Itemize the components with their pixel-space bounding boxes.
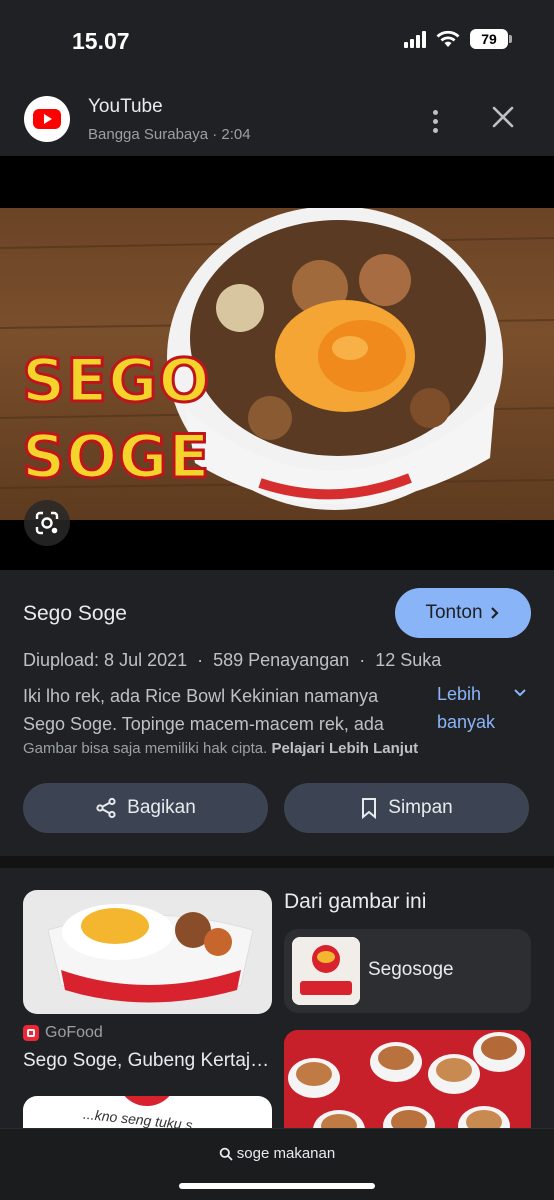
wifi-icon bbox=[436, 30, 460, 47]
signal-icon bbox=[404, 30, 426, 48]
related-source-name: GoFood bbox=[45, 1024, 103, 1041]
save-button[interactable]: Simpan bbox=[284, 783, 529, 833]
video-thumbnail[interactable]: SEGO SOGE bbox=[0, 208, 554, 520]
video-meta: Diupload: 8 Jul 2021 · 589 Penayangan · … bbox=[23, 650, 442, 670]
image-preview[interactable]: SEGO SOGE bbox=[0, 156, 554, 570]
result-title: Sego Soge bbox=[23, 602, 127, 625]
bottom-search-bar[interactable]: soge makanan bbox=[0, 1128, 554, 1200]
video-description: Iki lho rek, ada Rice Bowl Kekinian nama… bbox=[23, 682, 423, 738]
more-vert-icon[interactable] bbox=[420, 106, 450, 136]
source-header: YouTube Bangga Surabaya · 2:04 bbox=[0, 80, 554, 156]
battery-indicator: 79 bbox=[470, 29, 512, 49]
section-divider bbox=[0, 856, 554, 868]
copyright-notice: Gambar bisa saja memiliki hak cipta. Pel… bbox=[23, 740, 418, 757]
copyright-text: Gambar bisa saja memiliki hak cipta. bbox=[23, 740, 268, 757]
related-image-gofood[interactable] bbox=[23, 890, 272, 1014]
share-label: Bagikan bbox=[127, 797, 196, 818]
google-lens-icon[interactable] bbox=[24, 500, 70, 546]
chevron-right-icon bbox=[490, 607, 499, 619]
chevron-down-icon[interactable] bbox=[514, 684, 526, 700]
result-info: Sego Soge Tonton Diupload: 8 Jul 2021 · … bbox=[0, 570, 554, 856]
thumbnail-title-line1: SEGO bbox=[20, 345, 211, 418]
related-source: GoFood bbox=[23, 1024, 103, 1042]
source-subtitle: Bangga Surabaya · 2:04 bbox=[88, 126, 251, 143]
share-icon bbox=[96, 797, 116, 819]
related-title[interactable]: Sego Soge, Gubeng Kertajaya bbox=[23, 1050, 273, 1072]
description-line-2: Sego Soge. Topinge macem-macem rek, ada bbox=[23, 714, 384, 734]
source-name: YouTube bbox=[88, 96, 163, 117]
status-time: 15.07 bbox=[72, 28, 130, 54]
share-button[interactable]: Bagikan bbox=[23, 783, 268, 833]
watch-label: Tonton bbox=[425, 602, 483, 623]
youtube-logo-icon bbox=[24, 96, 70, 142]
entity-label: Segosoge bbox=[368, 959, 454, 980]
status-bar: 15.07 79 bbox=[0, 0, 554, 80]
show-more-link[interactable]: Lebih banyak bbox=[437, 680, 517, 736]
thumbnail-title-line2: SOGE bbox=[20, 421, 211, 494]
description-line-1: Iki lho rek, ada Rice Bowl Kekinian nama… bbox=[23, 686, 379, 706]
gofood-icon bbox=[23, 1025, 39, 1041]
from-image-heading: Dari gambar ini bbox=[284, 890, 427, 913]
entity-thumbnail bbox=[292, 937, 360, 1005]
bottom-query-text: soge makanan bbox=[236, 1145, 336, 1162]
search-icon bbox=[219, 1147, 233, 1161]
home-indicator[interactable] bbox=[179, 1183, 375, 1189]
learn-more-link[interactable]: Pelajari Lebih Lanjut bbox=[271, 740, 418, 757]
save-label: Simpan bbox=[388, 797, 453, 818]
bookmark-icon bbox=[362, 798, 377, 819]
status-icons: 79 bbox=[404, 29, 512, 49]
entity-chip-segosoge[interactable]: Segosoge bbox=[284, 929, 531, 1013]
bottom-query[interactable]: soge makanan bbox=[0, 1145, 554, 1162]
close-icon[interactable] bbox=[488, 104, 518, 134]
watch-button[interactable]: Tonton bbox=[395, 588, 531, 638]
